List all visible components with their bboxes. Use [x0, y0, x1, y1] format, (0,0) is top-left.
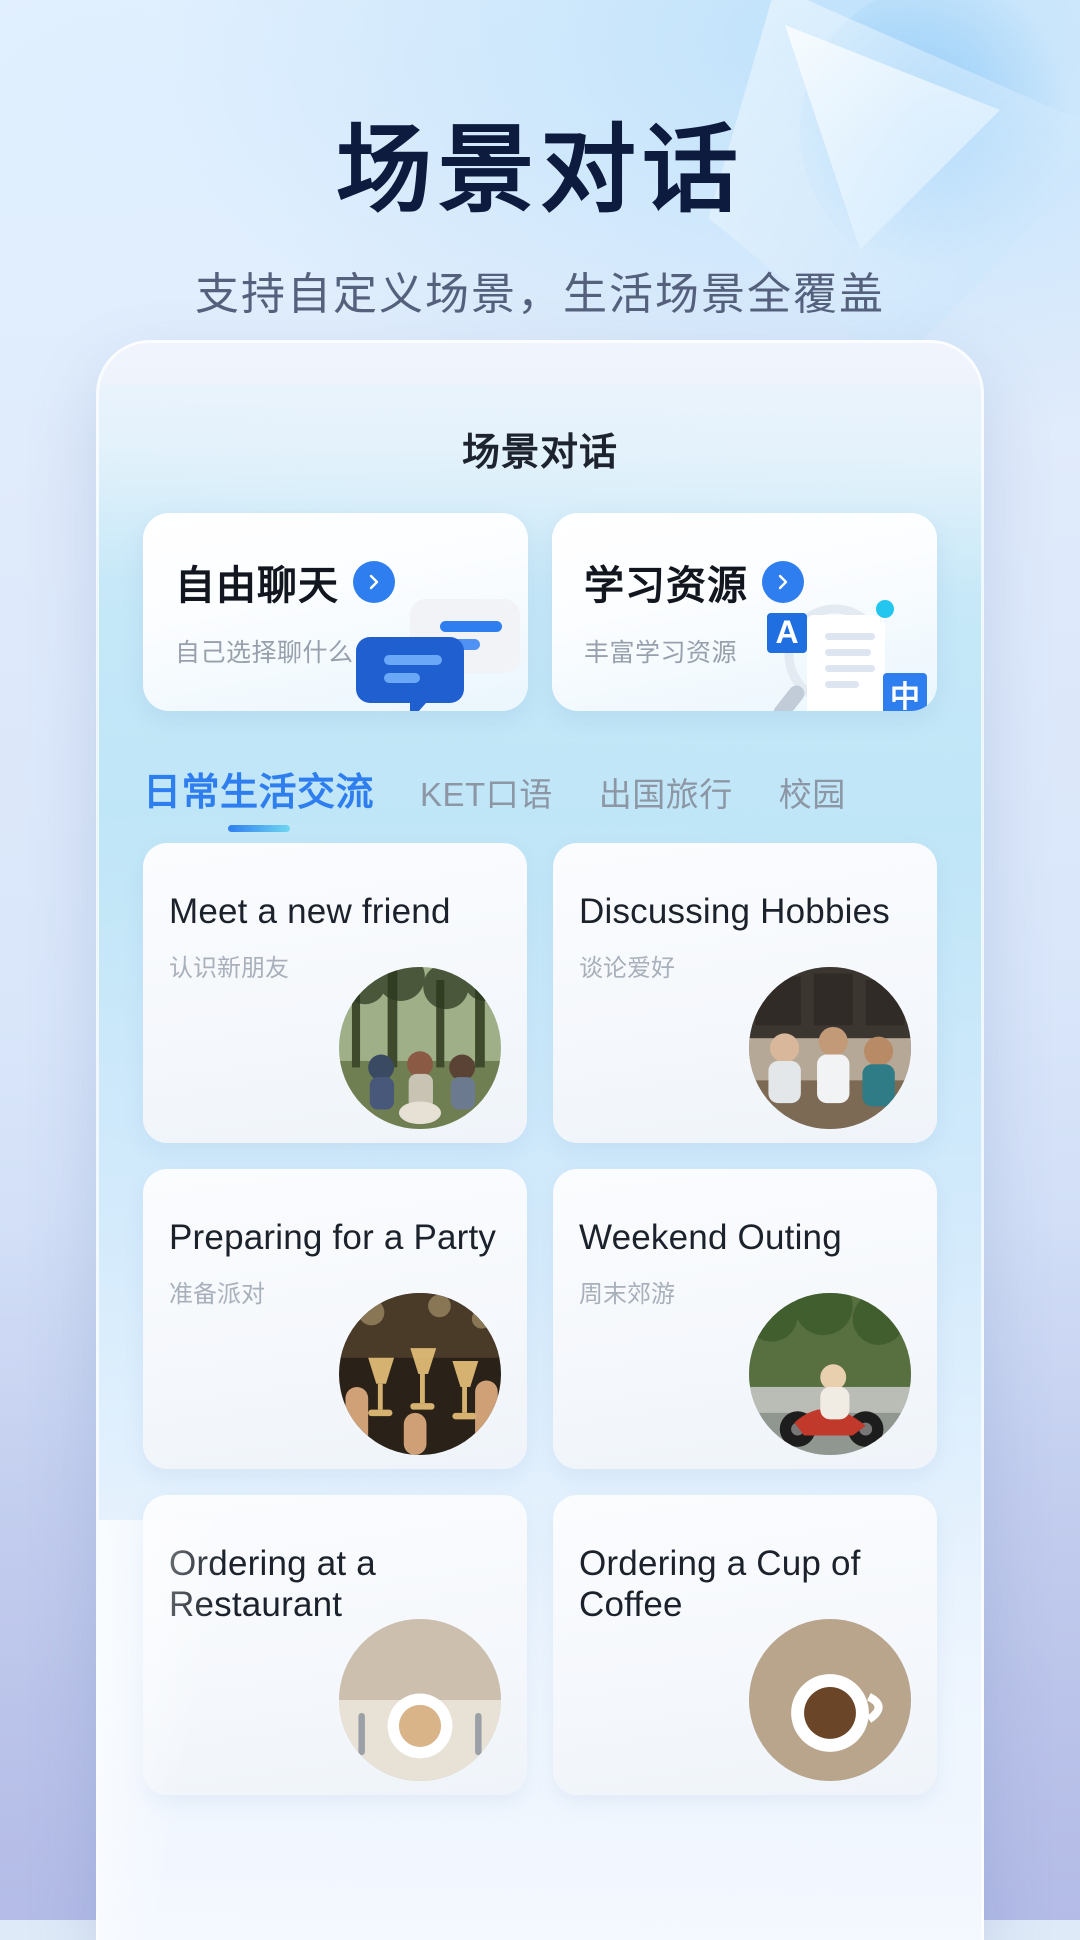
tab-overseas-travel[interactable]: 出国旅行 — [599, 768, 733, 834]
scenario-card[interactable]: Meet a new friend 认识新朋友 — [143, 843, 527, 1143]
scenario-card[interactable]: Ordering at a Restaurant — [143, 1495, 527, 1795]
cyan-dot-icon — [876, 600, 894, 618]
page-subtitle: 支持自定义场景，生活场景全覆盖 — [195, 269, 885, 319]
tab-daily-life[interactable]: 日常生活交流 — [143, 761, 374, 834]
scenario-thumbnail — [339, 1293, 501, 1455]
phone-mockup: 场景对话 自由聊天 自己选择聊什么 学习资源 丰富学习资源 A 中 日常生活交流… — [96, 340, 984, 1940]
tab-ket-speaking[interactable]: KET口语 — [420, 768, 553, 834]
phone-status-band — [99, 343, 981, 385]
feature-card-row: 自由聊天 自己选择聊什么 学习资源 丰富学习资源 A 中 — [143, 513, 937, 711]
scenario-card[interactable]: Weekend Outing 周末郊游 — [553, 1169, 937, 1469]
feature-card-learning-resources[interactable]: 学习资源 丰富学习资源 A 中 — [552, 513, 937, 711]
tab-campus[interactable]: 校园 — [779, 768, 846, 834]
badge-letter-a: A — [767, 613, 807, 653]
badge-letter-zhong: 中 — [883, 673, 927, 711]
svg-text:中: 中 — [890, 680, 920, 711]
feature-card-free-chat[interactable]: 自由聊天 自己选择聊什么 — [143, 513, 528, 711]
svg-text:A: A — [775, 614, 798, 650]
scenario-title-en: Preparing for a Party — [169, 1218, 497, 1257]
scenario-thumbnail — [749, 967, 911, 1129]
feature-card-title: 自由聊天 — [175, 564, 339, 608]
scenario-card[interactable]: Ordering a Cup of Coffee — [553, 1495, 937, 1795]
scenario-card[interactable]: Preparing for a Party 准备派对 — [143, 1169, 527, 1469]
scenario-thumbnail — [749, 1619, 911, 1781]
scenario-title-en: Ordering at a Restaurant — [169, 1544, 376, 1625]
scenario-thumbnail — [339, 1619, 501, 1781]
scenario-thumbnail — [749, 1293, 911, 1455]
hero-section: 场景对话 支持自定义场景，生活场景全覆盖 — [0, 114, 1080, 322]
scenario-card[interactable]: Discussing Hobbies 谈论爱好 — [553, 843, 937, 1143]
feature-card-title: 学习资源 — [584, 564, 748, 608]
category-tab-bar: 日常生活交流 KET口语 出国旅行 校园 — [143, 761, 981, 834]
scenario-title-en: Weekend Outing — [579, 1218, 842, 1257]
screen-title: 场景对话 — [461, 432, 618, 474]
scenario-card-grid: Meet a new friend 认识新朋友 Discussing Hobbi… — [143, 843, 937, 1795]
scenario-thumbnail — [339, 967, 501, 1129]
scenario-title-en: Discussing Hobbies — [579, 892, 890, 931]
scenario-title-en: Meet a new friend — [169, 892, 451, 931]
scenario-title-en: Ordering a Cup of Coffee — [579, 1544, 861, 1625]
page-title: 场景对话 — [336, 114, 744, 226]
document-magnifier-illustration: A 中 — [767, 600, 927, 711]
chat-bubbles-illustration — [356, 599, 520, 711]
